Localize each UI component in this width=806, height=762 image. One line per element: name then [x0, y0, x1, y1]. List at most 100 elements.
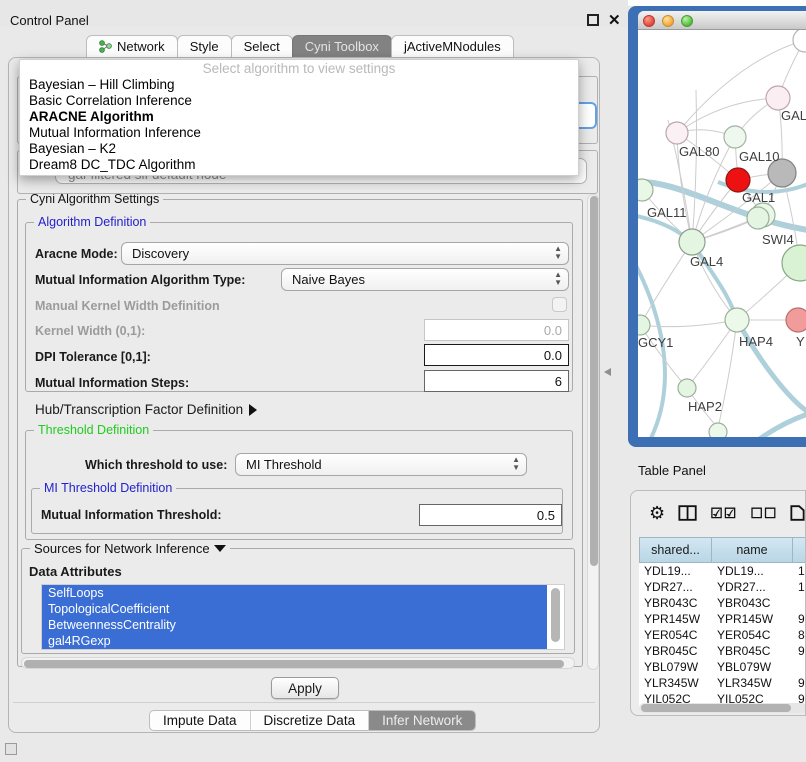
cell[interactable]: YBR045C: [712, 643, 793, 659]
vertical-scrollbar[interactable]: [587, 194, 599, 670]
tab-select[interactable]: Select: [231, 35, 293, 58]
tab-cyni-toolbox[interactable]: Cyni Toolbox: [292, 35, 392, 58]
cell[interactable]: YDR27...: [712, 579, 793, 595]
network-canvas[interactable]: GAL GAL80 GAL10 GAL1 GAL11 GAL4 SWI4 GCY…: [638, 30, 806, 437]
float-window-icon[interactable]: [587, 14, 599, 26]
mi-algorithm-type-combobox[interactable]: Naive Bayes ▲▼: [281, 268, 569, 291]
column-header-partial[interactable]: A: [793, 537, 806, 563]
column-header-name[interactable]: name: [712, 537, 793, 563]
dropdown-item[interactable]: Bayesian – Hill Climbing: [20, 77, 578, 93]
node[interactable]: [793, 30, 806, 52]
cell[interactable]: YDL19...: [712, 563, 793, 579]
dock-panel-icon[interactable]: [5, 743, 17, 755]
tab-style[interactable]: Style: [177, 35, 232, 58]
split-columns-icon[interactable]: [678, 504, 697, 522]
tab-impute-data[interactable]: Impute Data: [150, 711, 251, 730]
table-row[interactable]: YPR145W YPR145W 9.: [639, 611, 806, 627]
control-panel-tabbar: Network Style Select Cyni Toolbox jActiv…: [86, 36, 513, 58]
table-row[interactable]: YDL19... YDL19... 13: [639, 563, 806, 579]
cell[interactable]: YLR345W: [712, 675, 793, 691]
cell[interactable]: YBL079W: [639, 659, 712, 675]
table-row[interactable]: YBR045C YBR045C 9.: [639, 643, 806, 659]
minimize-traffic-light-icon[interactable]: [662, 15, 674, 27]
cell[interactable]: YDL19...: [639, 563, 712, 579]
column-header-shared-name[interactable]: shared...: [639, 537, 712, 563]
table-row[interactable]: YER054C YER054C 8.: [639, 627, 806, 643]
mi-steps-field[interactable]: 6: [424, 370, 569, 392]
manual-kernel-width-checkbox[interactable]: [552, 297, 567, 312]
dropdown-item[interactable]: Basic Correlation Inference: [20, 93, 578, 109]
dpi-tolerance-field[interactable]: 0.0: [424, 344, 569, 366]
cell[interactable]: 12: [793, 579, 806, 595]
cell[interactable]: [793, 595, 806, 611]
cell[interactable]: YBL079W: [712, 659, 793, 675]
panel-splitter-handle[interactable]: [604, 368, 611, 376]
list-item[interactable]: TopologicalCoefficient: [42, 601, 547, 617]
table-horizontal-scrollbar[interactable]: [639, 703, 806, 713]
mi-threshold-field[interactable]: 0.5: [419, 504, 562, 526]
node-gal7[interactable]: [766, 86, 790, 110]
tab-infer-network[interactable]: Infer Network: [369, 711, 475, 730]
node-gal10[interactable]: [724, 126, 746, 148]
node-salmon[interactable]: [786, 308, 806, 332]
cell[interactable]: YBR045C: [639, 643, 712, 659]
dropdown-item-selected[interactable]: ARACNE Algorithm: [20, 109, 578, 125]
cell[interactable]: 9.: [793, 675, 806, 691]
hub-definition-toggle[interactable]: Hub/Transcription Factor Definition: [35, 402, 257, 417]
cell[interactable]: YLR345W: [639, 675, 712, 691]
vertical-scrollbar-thumb[interactable]: [590, 196, 598, 566]
gear-icon[interactable]: ⚙: [649, 503, 665, 524]
node-gcy1[interactable]: [638, 315, 650, 335]
document-icon[interactable]: [790, 504, 805, 522]
table-row[interactable]: YBR043C YBR043C: [639, 595, 806, 611]
which-threshold-label: Which threshold to use:: [85, 458, 227, 472]
list-item[interactable]: SelfLoops: [42, 585, 547, 601]
cell[interactable]: 9.: [793, 611, 806, 627]
cell[interactable]: 8.: [793, 627, 806, 643]
node[interactable]: [782, 245, 806, 281]
node[interactable]: [709, 423, 727, 437]
cell[interactable]: YPR145W: [639, 611, 712, 627]
aracne-mode-combobox[interactable]: Discovery ▲▼: [121, 242, 569, 265]
cell[interactable]: YER054C: [639, 627, 712, 643]
dropdown-item[interactable]: Dream8 DC_TDC Algorithm: [20, 157, 578, 173]
horizontal-scrollbar[interactable]: [21, 657, 575, 669]
cell[interactable]: YBR043C: [639, 595, 712, 611]
close-icon[interactable]: ✕: [608, 11, 621, 29]
node-gal80[interactable]: [666, 122, 688, 144]
table-horizontal-scrollbar-thumb[interactable]: [641, 704, 791, 712]
cell[interactable]: 9.: [793, 643, 806, 659]
tab-jactivemnodules[interactable]: jActiveMNodules: [391, 35, 514, 58]
cell[interactable]: [793, 659, 806, 675]
cell[interactable]: YDR27...: [639, 579, 712, 595]
zoom-traffic-light-icon[interactable]: [681, 15, 693, 27]
node-hap4[interactable]: [725, 308, 749, 332]
data-attributes-list[interactable]: SelfLoops TopologicalCoefficient Between…: [41, 584, 565, 650]
select-all-checkboxes-icon[interactable]: ☑☑: [710, 505, 737, 522]
node-hap2[interactable]: [678, 379, 696, 397]
cell[interactable]: YER054C: [712, 627, 793, 643]
cell[interactable]: YPR145W: [712, 611, 793, 627]
which-threshold-combobox[interactable]: MI Threshold ▲▼: [235, 453, 527, 476]
network-window-titlebar[interactable]: [638, 11, 806, 30]
apply-button[interactable]: Apply: [271, 677, 339, 699]
expanded-arrow-icon[interactable]: [214, 545, 226, 552]
horizontal-scrollbar-thumb[interactable]: [24, 660, 564, 668]
dropdown-item[interactable]: Bayesian – K2: [20, 141, 578, 157]
cell[interactable]: YBR043C: [712, 595, 793, 611]
tab-discretize-data[interactable]: Discretize Data: [251, 711, 370, 730]
table-row[interactable]: YBL079W YBL079W: [639, 659, 806, 675]
deselect-all-checkboxes-icon[interactable]: ☐☐: [750, 505, 777, 522]
node-selected-red[interactable]: [726, 168, 750, 192]
dropdown-item[interactable]: Mutual Information Inference: [20, 125, 578, 141]
cell[interactable]: 13: [793, 563, 806, 579]
table-row[interactable]: YLR345W YLR345W 9.: [639, 675, 806, 691]
table-row[interactable]: YDR27... YDR27... 12: [639, 579, 806, 595]
list-item[interactable]: BetweennessCentrality: [42, 617, 547, 633]
node-swi4[interactable]: [747, 207, 769, 229]
list-item[interactable]: gal4RGexp: [42, 633, 547, 649]
close-traffic-light-icon[interactable]: [643, 15, 655, 27]
node-gal4[interactable]: [679, 229, 705, 255]
list-scrollbar-thumb[interactable]: [551, 588, 560, 642]
tab-network[interactable]: Network: [86, 35, 178, 58]
